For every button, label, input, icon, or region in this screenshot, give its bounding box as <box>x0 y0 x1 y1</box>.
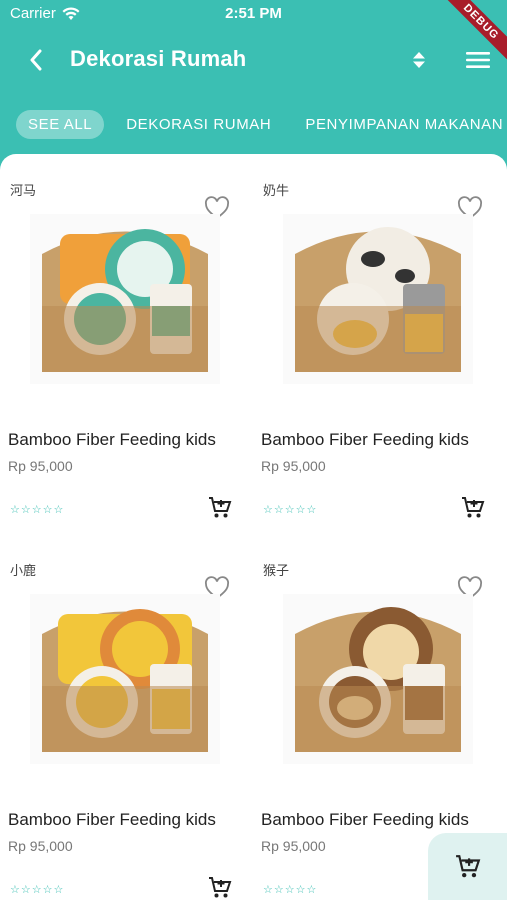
product-price: Rp 95,000 <box>8 458 73 474</box>
add-to-cart-icon[interactable] <box>208 496 232 520</box>
status-time: 2:51 PM <box>225 5 282 22</box>
product-name: Bamboo Fiber Feeding kids <box>261 430 469 449</box>
tab-penyimpanan-makanan[interactable]: PENYIMPANAN MAKANAN <box>293 110 507 139</box>
add-to-cart-icon <box>455 854 480 877</box>
category-tabs: SEE ALL DEKORASI RUMAH PENYIMPANAN MAKAN… <box>16 108 507 140</box>
product-price: Rp 95,000 <box>8 838 73 854</box>
product-tag: 小鹿 <box>10 563 37 578</box>
hamburger-menu-icon <box>466 52 490 68</box>
product-tag: 河马 <box>10 183 37 198</box>
product-name: Bamboo Fiber Feeding kids <box>261 810 469 829</box>
rating-stars: ☆☆☆☆☆ <box>263 504 318 516</box>
product-price: Rp 95,000 <box>261 838 326 854</box>
product-image <box>30 214 220 384</box>
chevron-left-icon <box>30 49 42 71</box>
product-name: Bamboo Fiber Feeding kids <box>8 430 216 449</box>
add-to-cart-icon[interactable] <box>461 496 485 520</box>
product-card[interactable]: 奶牛 Bamboo Fiber Feeding kids Rp 95,000 ☆… <box>253 154 497 534</box>
product-image <box>30 594 220 764</box>
sort-icon <box>413 52 425 68</box>
product-image <box>283 594 473 764</box>
tab-dekorasi-rumah[interactable]: DEKORASI RUMAH <box>114 110 283 139</box>
cart-fab-button[interactable] <box>428 833 507 900</box>
product-image <box>283 214 473 384</box>
product-card[interactable]: 河马 Bamboo Fiber Feeding kids Rp 95,000 ☆… <box>0 154 244 534</box>
product-grid: 河马 Bamboo Fiber Feeding kids Rp 95,000 ☆… <box>0 154 507 900</box>
product-tag: 猴子 <box>263 563 290 578</box>
product-card[interactable]: 小鹿 Bamboo Fiber Feeding kids Rp 95,000 ☆… <box>0 534 244 900</box>
add-to-cart-icon[interactable] <box>208 876 232 900</box>
product-name: Bamboo Fiber Feeding kids <box>8 810 216 829</box>
tab-see-all[interactable]: SEE ALL <box>16 109 105 139</box>
page-title: Dekorasi Rumah <box>70 46 247 71</box>
status-bar: Carrier 2:51 PM <box>0 0 507 28</box>
product-price: Rp 95,000 <box>261 458 326 474</box>
app-bar: Dekorasi Rumah <box>0 28 507 92</box>
rating-stars: ☆☆☆☆☆ <box>263 884 318 896</box>
rating-stars: ☆☆☆☆☆ <box>10 504 65 516</box>
back-button[interactable] <box>22 46 50 74</box>
product-tag: 奶牛 <box>263 183 290 198</box>
menu-button[interactable] <box>462 46 494 74</box>
sort-button[interactable] <box>404 46 434 74</box>
rating-stars: ☆☆☆☆☆ <box>10 884 65 896</box>
